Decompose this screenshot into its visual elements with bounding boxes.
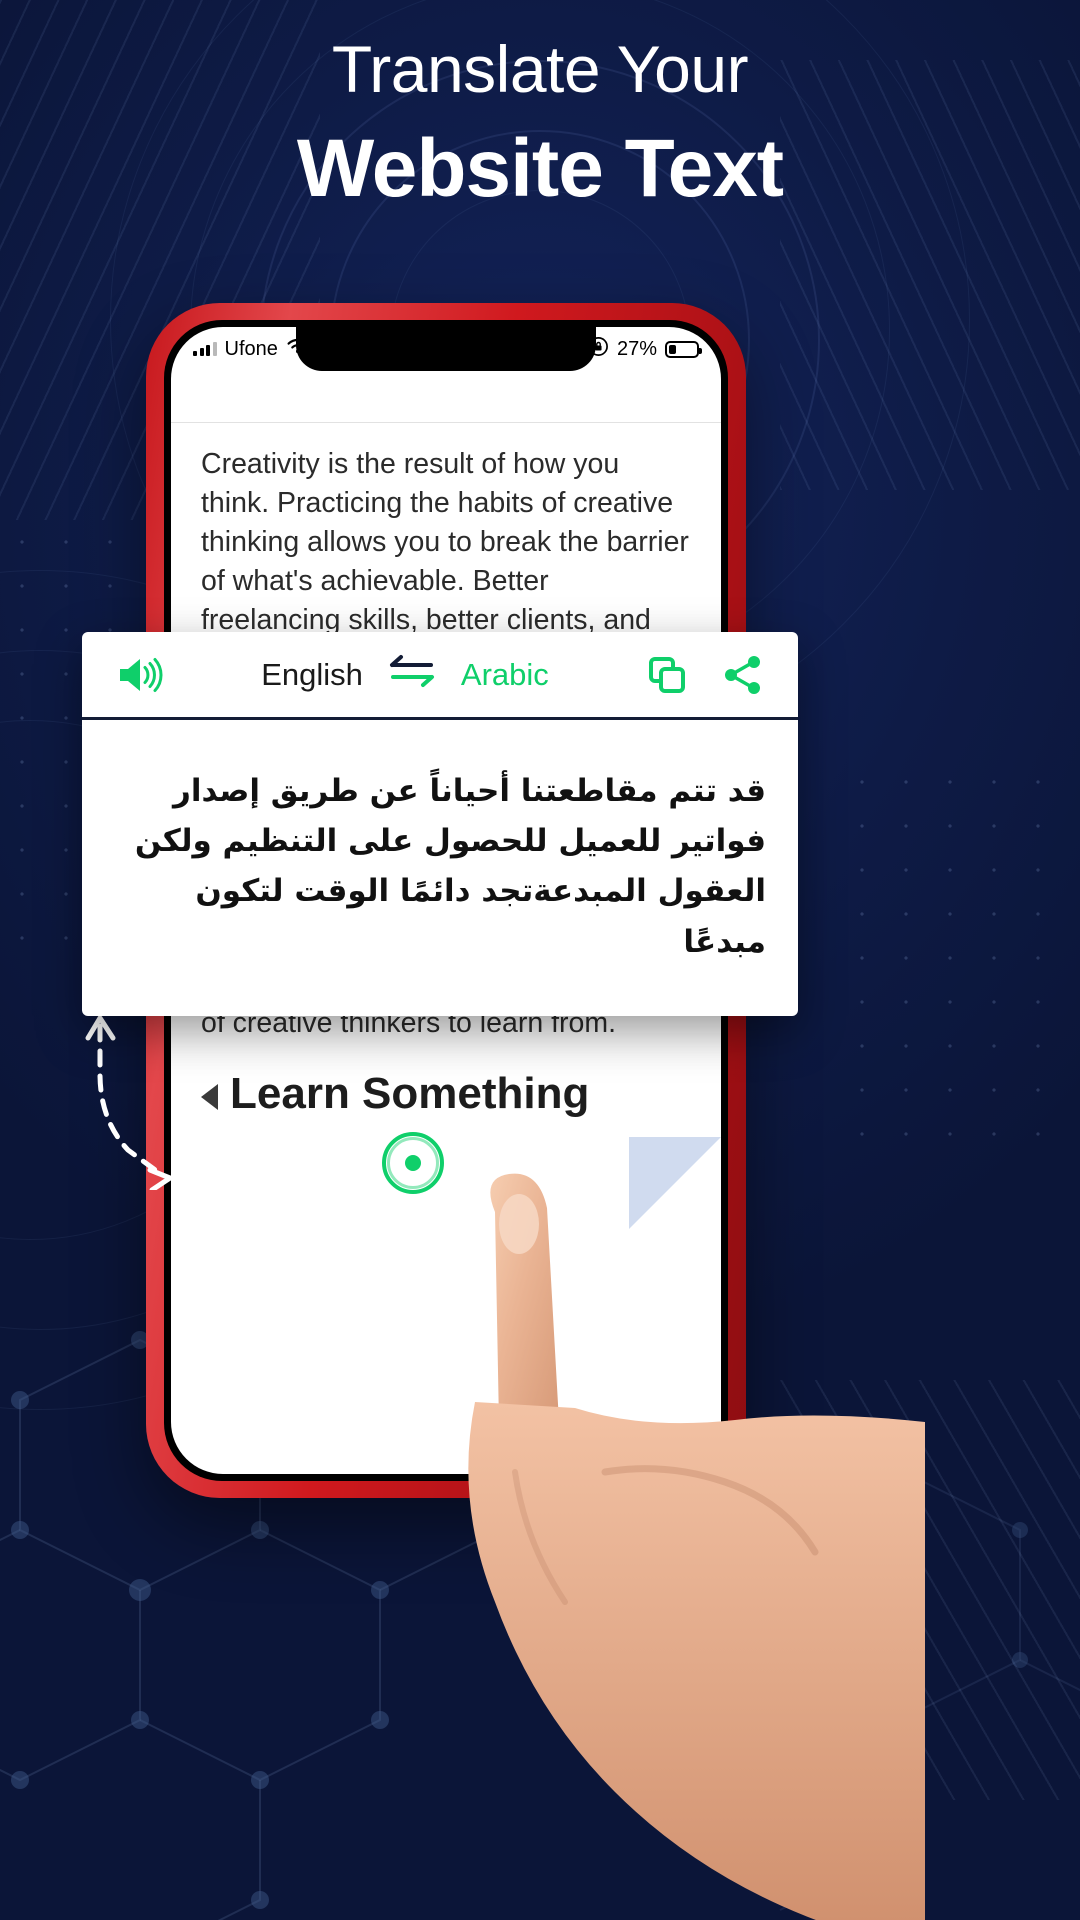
copy-icon[interactable] (646, 654, 688, 696)
signal-bars-icon (193, 342, 217, 356)
battery-icon (665, 340, 702, 358)
tap-target-icon (382, 1132, 444, 1194)
tap-dot (405, 1155, 421, 1171)
translation-panel-body: قد تتم مقاطعتنا أحياناً عن طريق إصدار فو… (82, 720, 798, 987)
pointing-hand-icon (468, 1173, 925, 1920)
video-title[interactable]: Learn Something (201, 1069, 691, 1119)
video-title-label: Learn Something (230, 1069, 590, 1119)
decorative-dot-grid-right (840, 760, 1080, 1140)
battery-percent-label: 27% (616, 337, 657, 360)
webpage-header-bar (171, 371, 721, 423)
speaker-volume-icon[interactable] (116, 654, 164, 696)
page-title: Translate Your Website Text (0, 32, 1080, 218)
source-language-label[interactable]: English (261, 657, 363, 693)
headline-line-1: Translate Your (331, 32, 749, 106)
dashed-curved-arrow-icon (85, 1015, 173, 1190)
target-language-label[interactable]: Arabic (461, 657, 549, 693)
translated-text: قد تتم مقاطعتنا أحياناً عن طريق إصدار فو… (134, 773, 766, 960)
share-icon[interactable] (722, 654, 764, 696)
language-selector: English Arabic (164, 651, 646, 698)
carrier-label: Ufone (224, 337, 278, 360)
translation-panel: English Arabic قد تتم مقاطعتنا أحياناً ع… (82, 632, 798, 1016)
headline-line-2: Website Text (296, 123, 784, 215)
translation-panel-header: English Arabic (82, 632, 798, 720)
swap-arrows-icon[interactable] (385, 651, 439, 698)
phone-notch (296, 327, 596, 371)
